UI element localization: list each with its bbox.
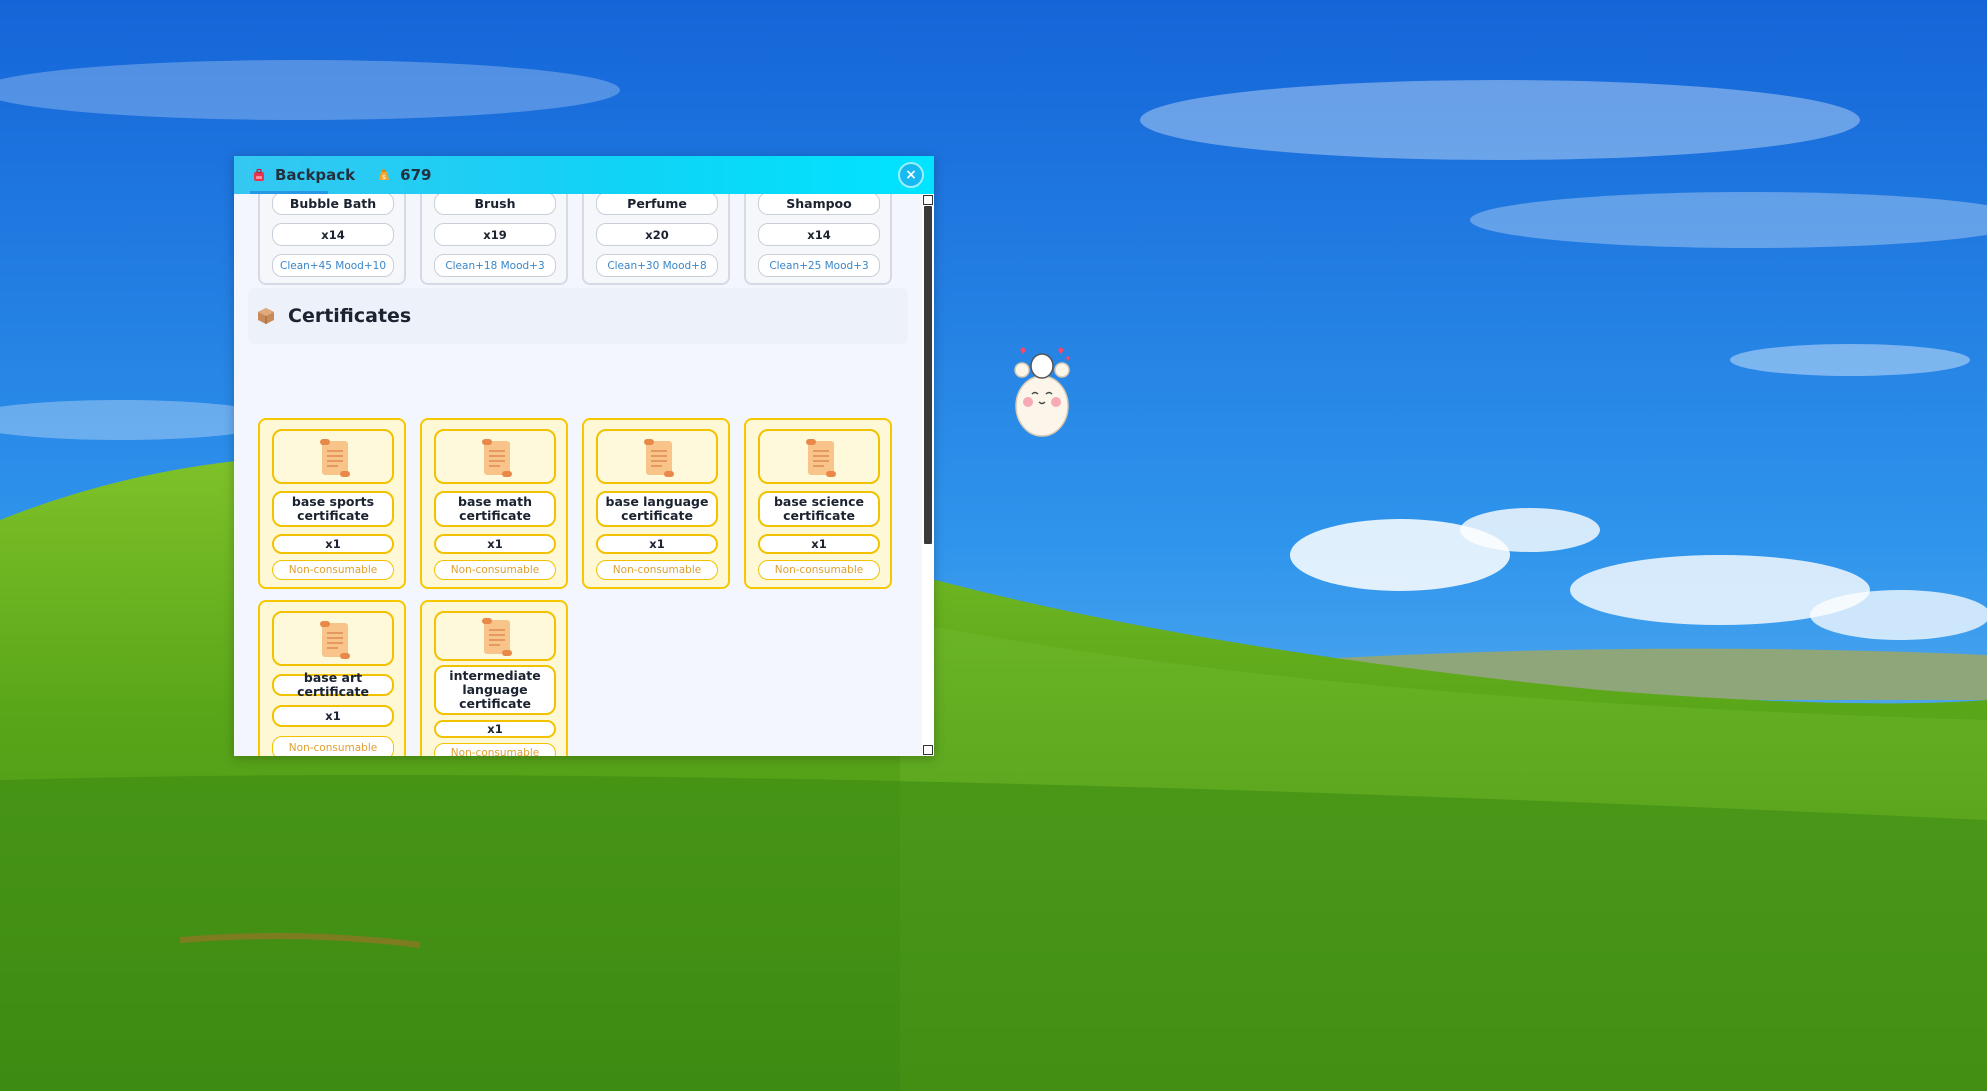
item-card-perfume[interactable]: Perfume x20 Clean+30 Mood+8 — [582, 194, 730, 285]
certificate-name: base math certificate — [434, 491, 556, 527]
certificate-quantity: x1 — [758, 534, 880, 554]
vertical-scrollbar[interactable] — [922, 194, 934, 756]
pet-bear-sprite[interactable] — [1006, 344, 1078, 442]
certificate-status: Non-consumable — [272, 560, 394, 580]
certificate-quantity: x1 — [596, 534, 718, 554]
backpack-window: Backpack $ 679 × Bubble Bath x14 Clean+4… — [234, 156, 934, 756]
close-icon: × — [905, 167, 917, 183]
certificate-status: Non-consumable — [758, 560, 880, 580]
scroll-thumb[interactable] — [924, 206, 932, 544]
item-effect: Clean+45 Mood+10 — [272, 254, 394, 277]
scroll-down-arrow[interactable] — [923, 745, 933, 755]
title-bar[interactable]: Backpack $ 679 × — [234, 156, 934, 194]
backpack-icon — [254, 168, 264, 181]
item-card-shampoo[interactable]: Shampoo x14 Clean+25 Mood+3 — [744, 194, 892, 285]
box-icon — [258, 308, 274, 324]
item-quantity: x14 — [758, 223, 880, 246]
certificate-quantity: x1 — [272, 534, 394, 554]
scroll-icon — [482, 439, 512, 477]
coin-balance: $ 679 — [377, 166, 431, 184]
certificate-image — [272, 611, 394, 666]
item-effect: Clean+18 Mood+3 — [434, 254, 556, 277]
certificate-image — [758, 429, 880, 484]
window-title: Backpack — [275, 166, 356, 184]
certificate-card-base-math[interactable]: base math certificate x1 Non-consumable — [420, 418, 568, 589]
certificate-name: intermediate language certificate — [434, 665, 556, 715]
backpack-content[interactable]: Bubble Bath x14 Clean+45 Mood+10 Brush x… — [234, 194, 922, 756]
scroll-icon — [806, 439, 836, 477]
item-name: Bubble Bath — [272, 194, 394, 215]
coin-count: 679 — [400, 166, 432, 184]
certificate-card-base-sports[interactable]: base sports certificate x1 Non-consumabl… — [258, 418, 406, 589]
certificate-name: base art certificate — [272, 671, 394, 699]
item-quantity: x19 — [434, 223, 556, 246]
item-quantity: x14 — [272, 223, 394, 246]
item-quantity: x20 — [596, 223, 718, 246]
certificate-quantity: x1 — [434, 720, 556, 738]
certificate-status: Non-consumable — [434, 743, 556, 756]
certificate-name: base science certificate — [758, 491, 880, 527]
section-title: Certificates — [288, 305, 412, 327]
certificate-status: Non-consumable — [596, 560, 718, 580]
item-name: Brush — [434, 194, 556, 215]
item-name: Shampoo — [758, 194, 880, 215]
certificate-status: Non-consumable — [272, 736, 394, 756]
close-button[interactable]: × — [898, 162, 924, 188]
certificate-card-intermediate-language[interactable]: intermediate language certificate x1 Non… — [420, 600, 568, 756]
certificate-card-base-language[interactable]: base language certificate x1 Non-consuma… — [582, 418, 730, 589]
svg-text:$: $ — [382, 174, 386, 181]
scroll-icon — [644, 439, 674, 477]
certificate-image — [434, 429, 556, 484]
certificate-image — [596, 429, 718, 484]
scroll-icon — [320, 439, 350, 477]
certificate-status: Non-consumable — [434, 560, 556, 580]
certificate-name: base language certificate — [596, 491, 718, 527]
certificate-card-base-art[interactable]: base art certificate x1 Non-consumable — [258, 600, 406, 756]
item-name: Perfume — [596, 194, 718, 215]
item-effect: Clean+30 Mood+8 — [596, 254, 718, 277]
certificate-name: base sports certificate — [272, 491, 394, 527]
scroll-up-arrow[interactable] — [923, 195, 933, 205]
coin-bag-icon: $ — [379, 169, 390, 181]
scroll-icon — [482, 618, 512, 656]
item-effect: Clean+25 Mood+3 — [758, 254, 880, 277]
section-header-certificates: Certificates — [248, 288, 908, 344]
certificate-card-base-science[interactable]: base science certificate x1 Non-consumab… — [744, 418, 892, 589]
scroll-icon — [320, 621, 350, 659]
item-card-brush[interactable]: Brush x19 Clean+18 Mood+3 — [420, 194, 568, 285]
certificate-quantity: x1 — [272, 705, 394, 727]
certificate-quantity: x1 — [434, 534, 556, 554]
item-card-bubble-bath[interactable]: Bubble Bath x14 Clean+45 Mood+10 — [258, 194, 406, 285]
certificate-image — [272, 429, 394, 484]
certificate-image — [434, 611, 556, 661]
